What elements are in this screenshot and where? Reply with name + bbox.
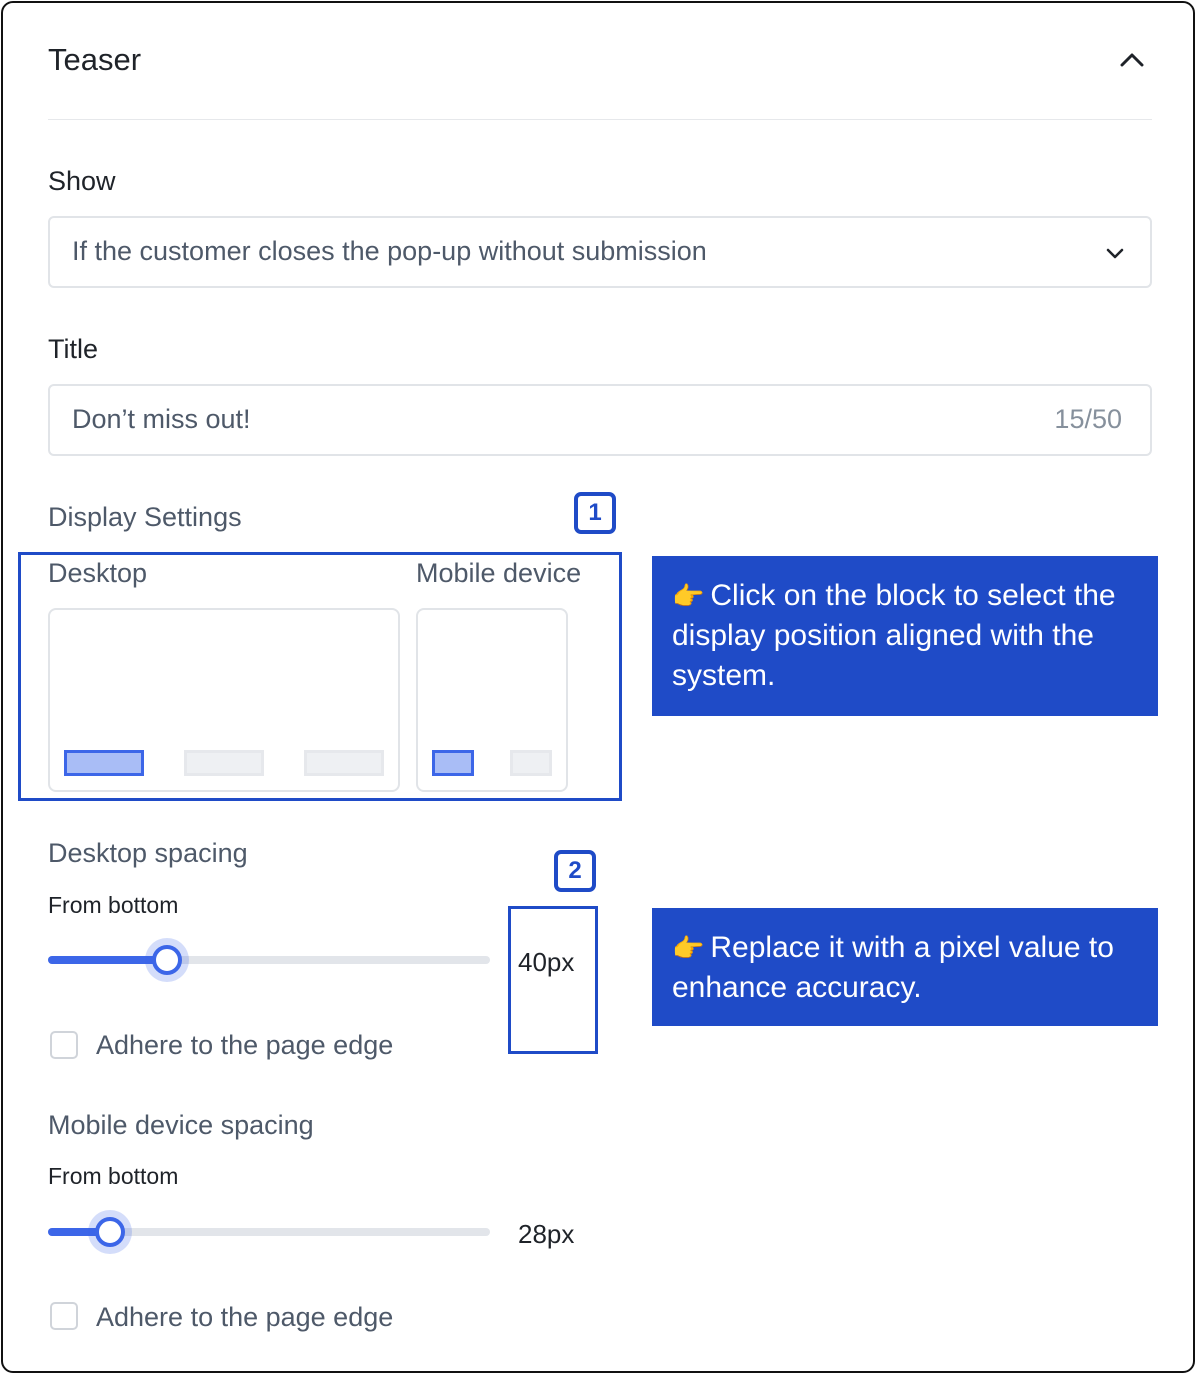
desktop-spacing-slider-fill: [48, 956, 168, 964]
panel-title: Teaser: [48, 42, 142, 77]
desktop-spacing-label: Desktop spacing: [48, 838, 248, 868]
desktop-preview-label: Desktop: [48, 558, 148, 588]
callout-display-position-text: Click on the block to select the display…: [672, 579, 1116, 692]
display-settings-label: Display Settings: [48, 502, 242, 532]
mobile-preview-label: Mobile device: [416, 558, 582, 588]
desktop-spacing-sublabel: From bottom: [48, 892, 179, 918]
desktop-spacing-slider-track[interactable]: [48, 956, 490, 964]
show-label: Show: [48, 166, 116, 196]
mobile-adhere-edge-checkbox[interactable]: [50, 1302, 78, 1330]
chevron-up-icon: [1120, 53, 1144, 67]
desktop-position-bottom-center[interactable]: [184, 750, 264, 776]
mobile-spacing-label: Mobile device spacing: [48, 1110, 314, 1140]
show-select[interactable]: If the customer closes the pop-up withou…: [48, 216, 1152, 288]
show-select-value: If the customer closes the pop-up withou…: [72, 236, 707, 266]
desktop-adhere-edge-label: Adhere to the page edge: [96, 1030, 394, 1060]
callout-pixel-value: 👉 Replace it with a pixel value to enhanc…: [652, 908, 1158, 1026]
annotation-badge-2: 2: [554, 850, 596, 892]
title-label: Title: [48, 334, 99, 364]
mobile-adhere-edge-label: Adhere to the page edge: [96, 1302, 394, 1332]
mobile-spacing-sublabel: From bottom: [48, 1163, 179, 1189]
mobile-spacing-value[interactable]: 28px: [518, 1219, 574, 1250]
callout-display-position: 👉 Click on the block to select the displa…: [652, 556, 1158, 716]
desktop-spacing-value-highlight: [508, 906, 598, 1054]
pointing-hand-icon: 👉: [672, 933, 705, 963]
mobile-position-bottom-left[interactable]: [432, 750, 474, 776]
title-input-value: Don’t miss out!: [72, 404, 251, 434]
collapse-button[interactable]: [1116, 44, 1148, 76]
pointing-hand-icon: 👉: [672, 581, 705, 611]
desktop-position-bottom-left[interactable]: [64, 750, 144, 776]
chevron-down-icon: [1106, 248, 1124, 259]
title-char-counter: 15/50: [1054, 404, 1122, 434]
mobile-preview: [416, 608, 568, 792]
mobile-spacing-slider-handle[interactable]: [94, 1217, 125, 1247]
desktop-spacing-value[interactable]: 40px: [518, 947, 574, 978]
annotation-badge-1: 1: [574, 492, 616, 534]
header-divider: [48, 119, 1152, 120]
mobile-position-bottom-right[interactable]: [510, 750, 552, 776]
title-input[interactable]: Don’t miss out! 15/50: [48, 384, 1152, 456]
desktop-adhere-edge-checkbox[interactable]: [50, 1031, 78, 1059]
callout-pixel-value-text: Replace it with a pixel value to enhance…: [672, 931, 1114, 1004]
desktop-preview: [48, 608, 400, 792]
desktop-position-bottom-right[interactable]: [304, 750, 384, 776]
